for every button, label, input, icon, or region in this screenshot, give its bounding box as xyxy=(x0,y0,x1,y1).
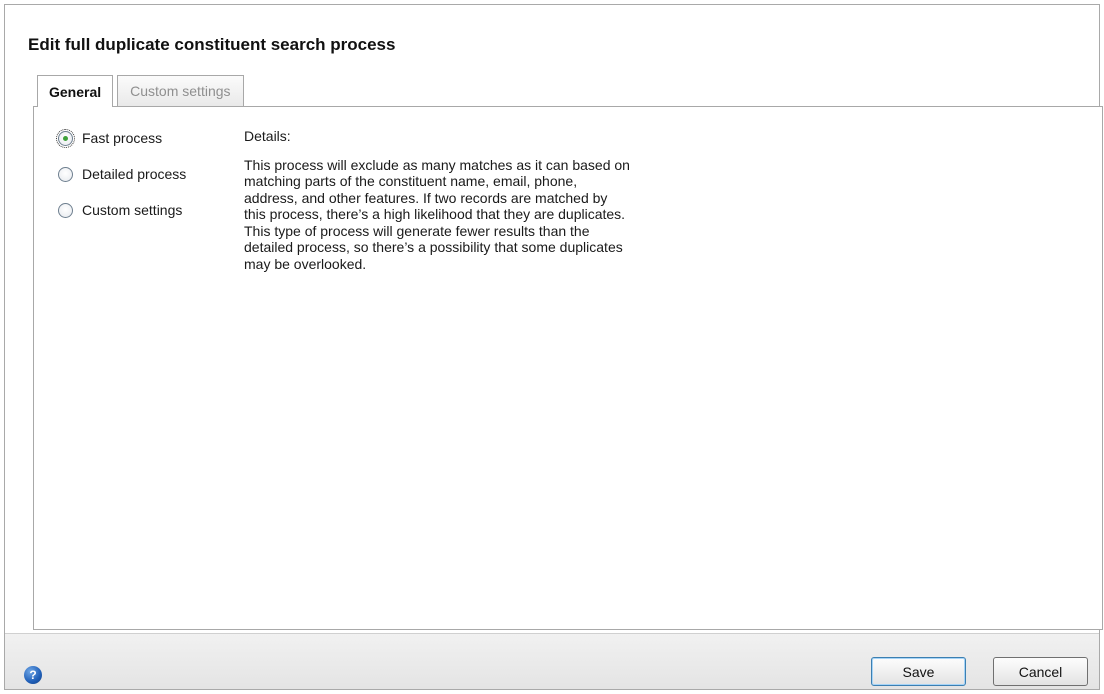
tab-custom-settings[interactable]: Custom settings xyxy=(117,75,244,106)
help-icon[interactable]: ? xyxy=(24,666,42,684)
cancel-button[interactable]: Cancel xyxy=(993,657,1088,686)
radio-fast-process[interactable] xyxy=(56,128,75,148)
tab-general[interactable]: General xyxy=(37,75,114,107)
tab-bar: General Custom settings xyxy=(37,75,248,107)
option-fast-process[interactable]: Fast process xyxy=(56,128,186,148)
save-button[interactable]: Save xyxy=(871,657,966,686)
details-text: This process will exclude as many matche… xyxy=(244,156,630,272)
dialog: Edit full duplicate constituent search p… xyxy=(4,4,1103,690)
option-label-fast-process: Fast process xyxy=(82,130,163,146)
option-detailed-process[interactable]: Detailed process xyxy=(58,164,186,184)
option-label-detailed-process: Detailed process xyxy=(82,166,187,182)
radio-detailed-process[interactable] xyxy=(58,166,73,182)
dialog-footer: ? Save Cancel xyxy=(5,633,1099,689)
dialog-title: Edit full duplicate constituent search p… xyxy=(28,35,396,54)
process-options: Fast process Detailed process Custom set… xyxy=(56,128,186,236)
tab-panel-general: Fast process Detailed process Custom set… xyxy=(33,106,1103,630)
radio-custom-settings[interactable] xyxy=(58,202,73,218)
details-section: Details: This process will exclude as ma… xyxy=(244,128,724,272)
option-label-custom-settings: Custom settings xyxy=(82,202,183,218)
option-custom-settings[interactable]: Custom settings xyxy=(58,200,186,220)
details-label: Details: xyxy=(244,128,291,144)
